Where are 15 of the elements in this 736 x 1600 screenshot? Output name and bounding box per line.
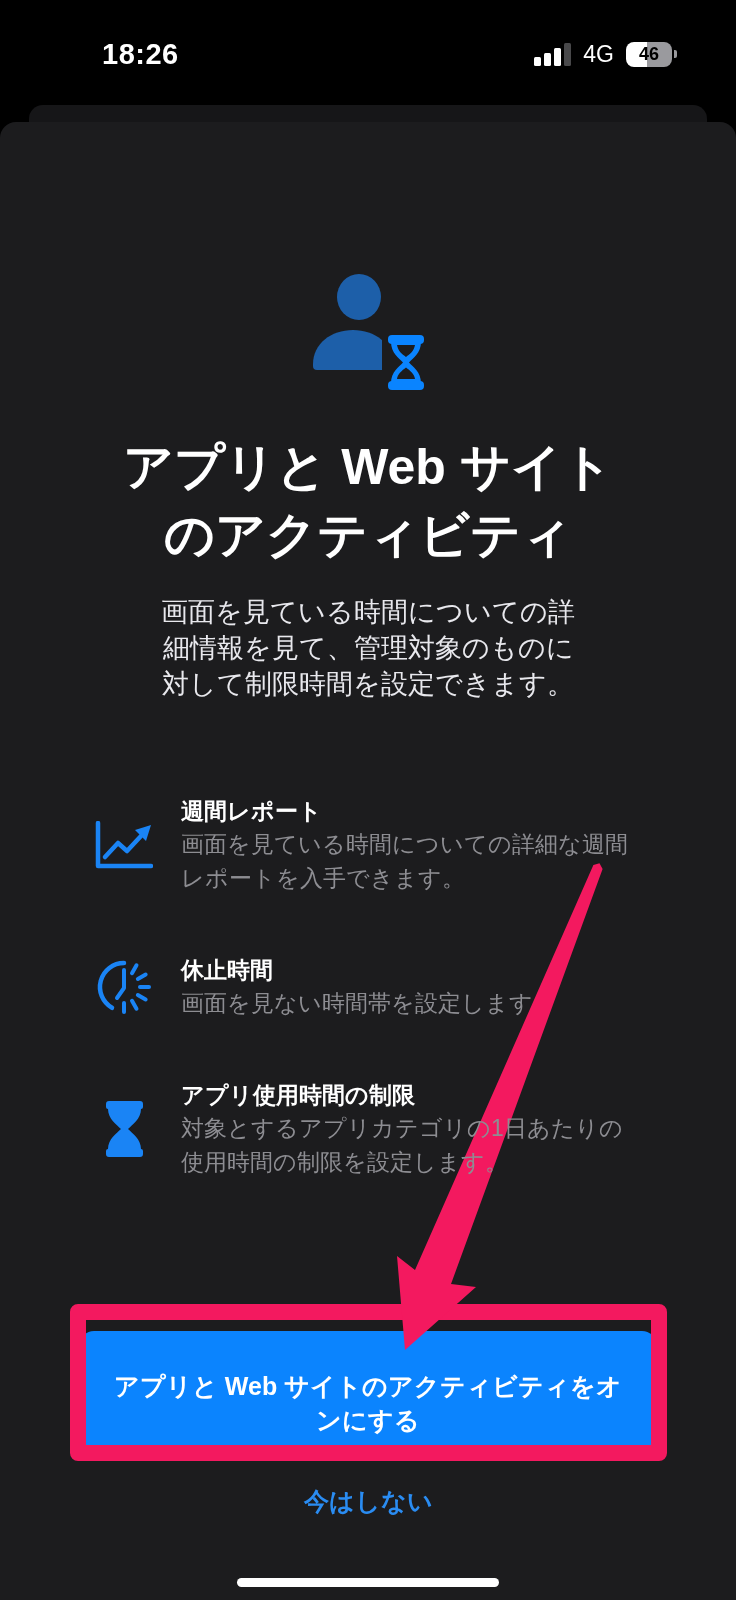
network-label: 4G	[583, 40, 614, 69]
status-time: 18:26	[102, 38, 179, 70]
feature-title: 週間レポート	[181, 797, 323, 826]
feature-description: 画面を見ている時間についての詳細な週間レポートを入手できます。	[181, 830, 629, 893]
signal-icon	[534, 42, 572, 66]
sheet-description: 画面を見ている時間についての詳細情報を見て、管理対象のものに対して制限時間を設定できます。	[160, 596, 576, 701]
clock-icon	[95, 959, 153, 1015]
secondary-button[interactable]: 今はしない	[303, 1484, 433, 1518]
feature-title: 休止時間	[181, 956, 274, 985]
line-chart-icon	[95, 821, 153, 869]
feature-description: 画面を見ない時間帯を設定します	[181, 989, 534, 1018]
feature-title: アプリ使用時間の制限	[181, 1081, 416, 1110]
sheet-title: アプリと Web サイトのアクティビティ	[122, 438, 614, 565]
hourglass-icon	[105, 1101, 143, 1157]
person-hourglass-icon	[312, 272, 424, 390]
